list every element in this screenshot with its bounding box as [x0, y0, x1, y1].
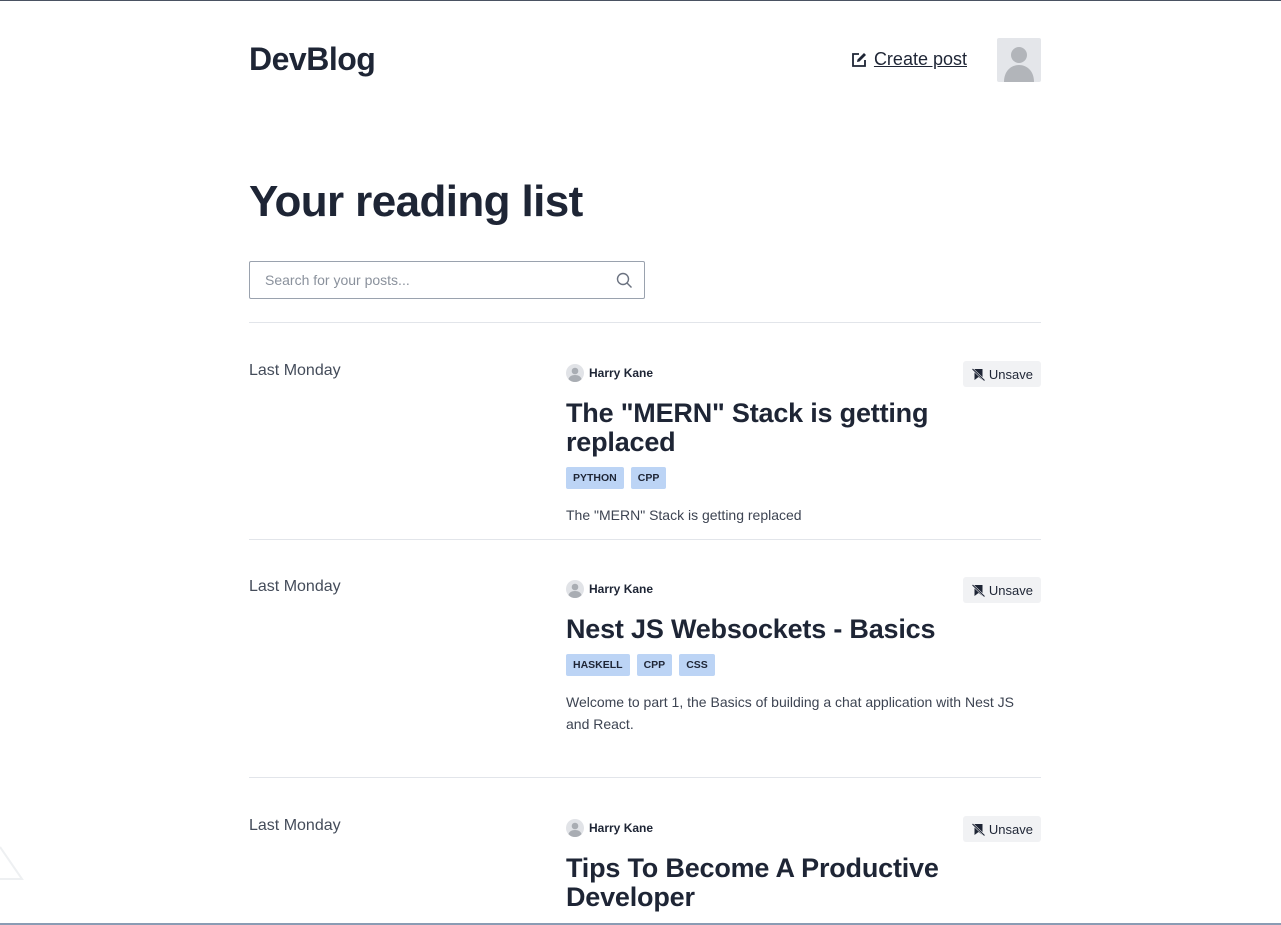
author-avatar [566, 819, 584, 837]
post-excerpt: Welcome to part 1, the Basics of buildin… [566, 694, 1014, 732]
divider [249, 777, 1041, 778]
tag-list: HASKELL CPP CSS [566, 654, 1041, 676]
author-avatar [566, 364, 584, 382]
author-avatar-icon [568, 583, 582, 598]
post-date: Last Monday [249, 817, 341, 834]
post-title[interactable]: Tips To Become A Productive Developer [566, 854, 966, 912]
tag[interactable]: CPP [630, 467, 667, 489]
post-body: Harry Kane Unsave The "MERN" Stack is ge… [566, 361, 1041, 526]
create-post-link[interactable]: Create post [850, 49, 967, 70]
tag-list: PYTHON CPP [566, 467, 1041, 489]
tag[interactable]: PYTHON [566, 467, 624, 489]
bookmark-off-icon [971, 583, 985, 597]
author-avatar-icon [568, 367, 582, 382]
search-input[interactable] [250, 262, 590, 298]
post-body: Harry Kane Unsave Nest JS Websockets - B… [566, 577, 1041, 735]
create-post-label: Create post [873, 49, 967, 69]
author-name: Harry Kane [589, 821, 654, 835]
unsave-label: Unsave [988, 821, 1033, 837]
corner-decoration [0, 846, 24, 880]
bookmark-off-icon [971, 822, 985, 836]
site-logo[interactable]: DevBlog [249, 41, 376, 78]
tag[interactable]: HASKELL [566, 654, 630, 676]
unsave-label: Unsave [988, 366, 1033, 382]
post-date: Last Monday [249, 578, 341, 595]
site-header: DevBlog Create post [249, 37, 1041, 85]
author-avatar-icon [568, 822, 582, 837]
user-avatar-icon [1004, 47, 1034, 82]
edit-icon [852, 52, 866, 67]
divider [249, 322, 1041, 323]
post-excerpt: The "MERN" Stack is getting replaced [566, 507, 802, 523]
tag[interactable]: CSS [679, 654, 715, 676]
unsave-label: Unsave [988, 582, 1033, 598]
unsave-button[interactable]: Unsave [962, 577, 1041, 603]
search-icon[interactable] [616, 272, 633, 289]
post-title[interactable]: The "MERN" Stack is getting replaced [566, 399, 1041, 457]
divider [249, 539, 1041, 540]
unsave-button[interactable]: Unsave [962, 816, 1041, 842]
tag[interactable]: CPP [636, 654, 673, 676]
user-avatar-button[interactable] [997, 38, 1041, 82]
unsave-button[interactable]: Unsave [962, 361, 1041, 387]
page-title: Your reading list [249, 177, 583, 226]
author-name: Harry Kane [589, 366, 654, 380]
author-avatar [566, 580, 584, 598]
post-date: Last Monday [249, 362, 341, 379]
post-title[interactable]: Nest JS Websockets - Basics [566, 615, 1041, 644]
author-name: Harry Kane [589, 582, 654, 596]
bookmark-off-icon [971, 367, 985, 381]
search-box [249, 261, 645, 299]
post-body: Harry Kane Unsave Tips To Become A Produ… [566, 816, 1041, 912]
